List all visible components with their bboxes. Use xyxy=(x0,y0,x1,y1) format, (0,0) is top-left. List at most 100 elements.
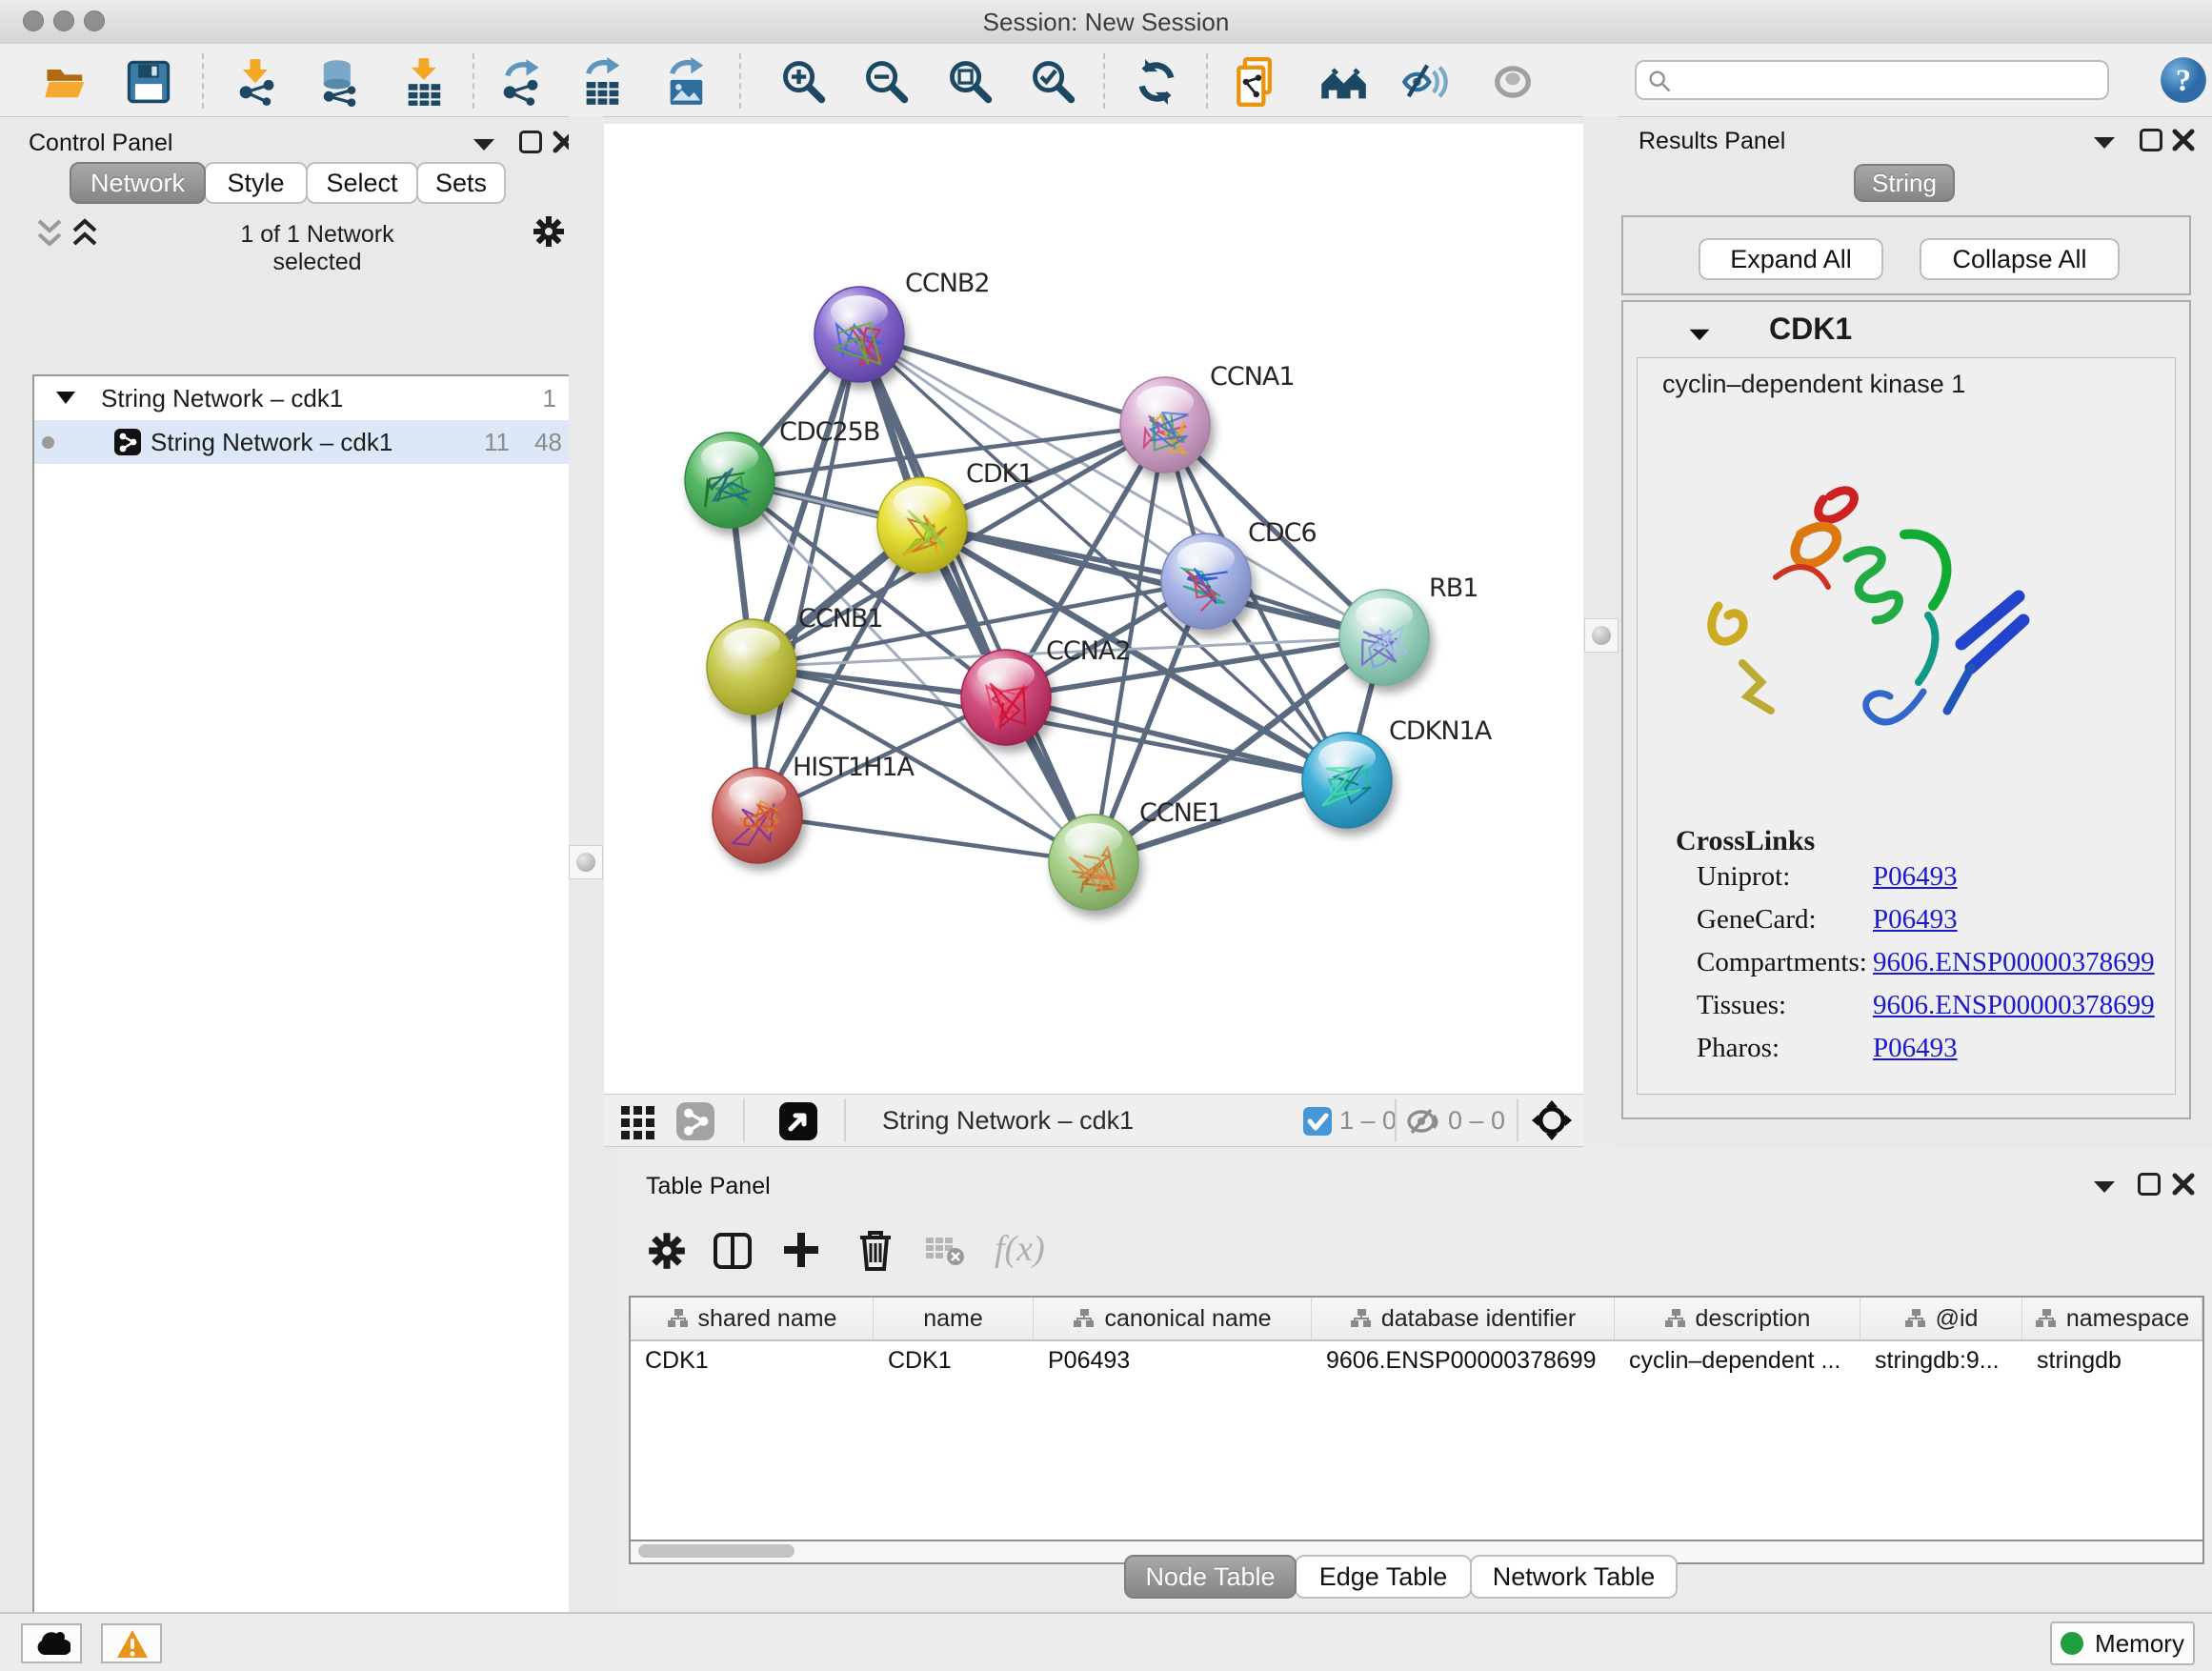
column-header-shared-name[interactable]: shared name xyxy=(631,1298,874,1339)
network-options-gear-icon[interactable] xyxy=(533,215,565,248)
crosslink-link[interactable]: 9606.ENSP00000378699 xyxy=(1873,990,2155,1021)
panel-close-icon[interactable] xyxy=(2172,1173,2195,1196)
crosslink-link[interactable]: P06493 xyxy=(1873,861,1958,893)
right-splitter-handle[interactable] xyxy=(1584,618,1619,653)
tab-network[interactable]: Network xyxy=(70,162,206,204)
panel-close-icon[interactable] xyxy=(2172,129,2195,151)
cloud-button[interactable] xyxy=(21,1623,82,1663)
network-share-icon[interactable] xyxy=(676,1102,714,1140)
crosshair-icon[interactable] xyxy=(1532,1100,1572,1140)
zoom-in-icon[interactable] xyxy=(779,57,829,107)
tab-sets[interactable]: Sets xyxy=(416,162,506,204)
tab-select[interactable]: Select xyxy=(306,162,418,204)
tab-node-table[interactable]: Node Table xyxy=(1124,1555,1297,1599)
network-snapshot-icon[interactable] xyxy=(1235,57,1284,107)
birdseye-view-icon[interactable] xyxy=(779,1102,817,1140)
memory-button[interactable]: Memory xyxy=(2050,1621,2195,1665)
delete-column-icon[interactable] xyxy=(857,1230,894,1272)
scrollbar-thumb[interactable] xyxy=(638,1544,794,1558)
collapse-all-networks-icon[interactable] xyxy=(35,217,64,250)
refresh-icon[interactable] xyxy=(1132,57,1181,107)
column-header-name[interactable]: name xyxy=(874,1298,1034,1339)
crosslink-link[interactable]: 9606.ENSP00000378699 xyxy=(1873,947,2155,978)
panel-menu-icon[interactable] xyxy=(2092,133,2117,151)
network-node-CCNA2[interactable] xyxy=(961,650,1051,745)
table-settings-gear-icon[interactable] xyxy=(648,1232,686,1270)
table-cell[interactable]: P06493 xyxy=(1034,1341,1312,1379)
left-splitter[interactable] xyxy=(569,116,603,1612)
panel-menu-icon[interactable] xyxy=(2092,1178,2117,1195)
tab-string[interactable]: String xyxy=(1854,164,1955,202)
tab-network-table[interactable]: Network Table xyxy=(1470,1555,1678,1599)
panel-float-icon[interactable] xyxy=(2138,1173,2161,1196)
entry-expander-icon[interactable] xyxy=(1687,326,1712,342)
table-cell[interactable]: stringdb xyxy=(2022,1341,2202,1379)
right-splitter[interactable] xyxy=(1583,116,1618,1160)
column-header-database-identifier[interactable]: database identifier xyxy=(1312,1298,1615,1339)
grid-view-icon[interactable] xyxy=(619,1102,657,1140)
network-node-CCNA1[interactable] xyxy=(1120,377,1210,473)
search-field[interactable] xyxy=(1635,60,2109,100)
network-node-CCNE1[interactable] xyxy=(1049,815,1138,910)
panel-float-icon[interactable] xyxy=(519,131,542,153)
table-cell[interactable]: 9606.ENSP00000378699 xyxy=(1312,1341,1615,1379)
search-input[interactable] xyxy=(1680,64,2103,98)
network-canvas[interactable]: CCNB2CCNA1CDC25BCDK1CDC6RB1CCNB1CCNA2CDK… xyxy=(604,124,1583,1094)
export-network-icon[interactable] xyxy=(495,57,545,107)
network-node-CDK1[interactable] xyxy=(877,477,967,573)
open-session-icon[interactable] xyxy=(42,57,91,107)
table-cell[interactable]: CDK1 xyxy=(874,1341,1034,1379)
zoom-out-icon[interactable] xyxy=(862,57,912,107)
panel-menu-icon[interactable] xyxy=(472,135,496,152)
table-cell[interactable]: CDK1 xyxy=(631,1341,874,1379)
tab-style[interactable]: Style xyxy=(204,162,308,204)
network-collection-row[interactable]: String Network – cdk1 1 xyxy=(34,376,573,420)
network-node-RB1[interactable] xyxy=(1339,590,1429,685)
network-row[interactable]: String Network – cdk1 11 48 xyxy=(34,420,573,464)
collection-expander-icon[interactable] xyxy=(55,390,76,405)
home-networks-icon[interactable] xyxy=(1318,57,1368,107)
network-node-CDC6[interactable] xyxy=(1161,534,1251,629)
table-row[interactable]: CDK1CDK1P064939606.ENSP00000378699cyclin… xyxy=(631,1341,2202,1379)
cloud-icon xyxy=(34,1630,70,1657)
zoom-fit-icon[interactable] xyxy=(946,57,995,107)
network-edge[interactable] xyxy=(757,334,859,815)
export-table-icon[interactable] xyxy=(578,57,628,107)
crosslink-link[interactable]: P06493 xyxy=(1873,904,1958,936)
add-column-icon[interactable] xyxy=(781,1230,821,1270)
network-node-HIST1H1A[interactable] xyxy=(713,768,802,863)
left-splitter-handle[interactable] xyxy=(569,845,603,879)
network-node-CDC25B[interactable] xyxy=(685,433,774,528)
panel-float-icon[interactable] xyxy=(2140,129,2162,151)
crosslink-label: Compartments: xyxy=(1697,947,1867,978)
import-network-icon[interactable] xyxy=(231,57,281,107)
save-session-icon[interactable] xyxy=(124,57,173,107)
selected-checkbox-icon[interactable] xyxy=(1303,1107,1332,1136)
column-header-description[interactable]: description xyxy=(1615,1298,1860,1339)
import-database-icon[interactable] xyxy=(314,57,364,107)
show-hide-graphics-icon[interactable] xyxy=(1400,57,1450,107)
table-cell[interactable]: stringdb:9... xyxy=(1860,1341,2022,1379)
table-cell[interactable]: cyclin–dependent ... xyxy=(1615,1341,1860,1379)
warnings-button[interactable] xyxy=(101,1623,162,1663)
show-columns-icon[interactable] xyxy=(713,1232,753,1270)
collapse-all-button[interactable]: Collapse All xyxy=(1920,238,2120,280)
column-header-@id[interactable]: @id xyxy=(1860,1298,2022,1339)
zoom-selected-icon[interactable] xyxy=(1029,57,1078,107)
network-edge[interactable] xyxy=(757,815,1094,862)
network-edge[interactable] xyxy=(859,334,1165,425)
help-icon[interactable]: ? xyxy=(2159,55,2208,105)
network-node-CDKN1A[interactable] xyxy=(1302,733,1392,828)
column-header-canonical-name[interactable]: canonical name xyxy=(1034,1298,1312,1339)
import-table-icon[interactable] xyxy=(400,57,450,107)
network-node-CCNB2[interactable] xyxy=(814,287,904,382)
network-node-CCNB1[interactable] xyxy=(707,619,796,715)
export-image-icon[interactable] xyxy=(662,57,712,107)
selected-counts: 1 – 0 xyxy=(1339,1095,1397,1146)
expand-all-button[interactable]: Expand All xyxy=(1699,238,1883,280)
column-header-namespace[interactable]: namespace xyxy=(2022,1298,2202,1339)
network-edge[interactable] xyxy=(859,334,1094,862)
tab-edge-table[interactable]: Edge Table xyxy=(1295,1555,1472,1599)
expand-all-networks-icon[interactable] xyxy=(70,217,99,250)
crosslink-link[interactable]: P06493 xyxy=(1873,1033,1958,1064)
